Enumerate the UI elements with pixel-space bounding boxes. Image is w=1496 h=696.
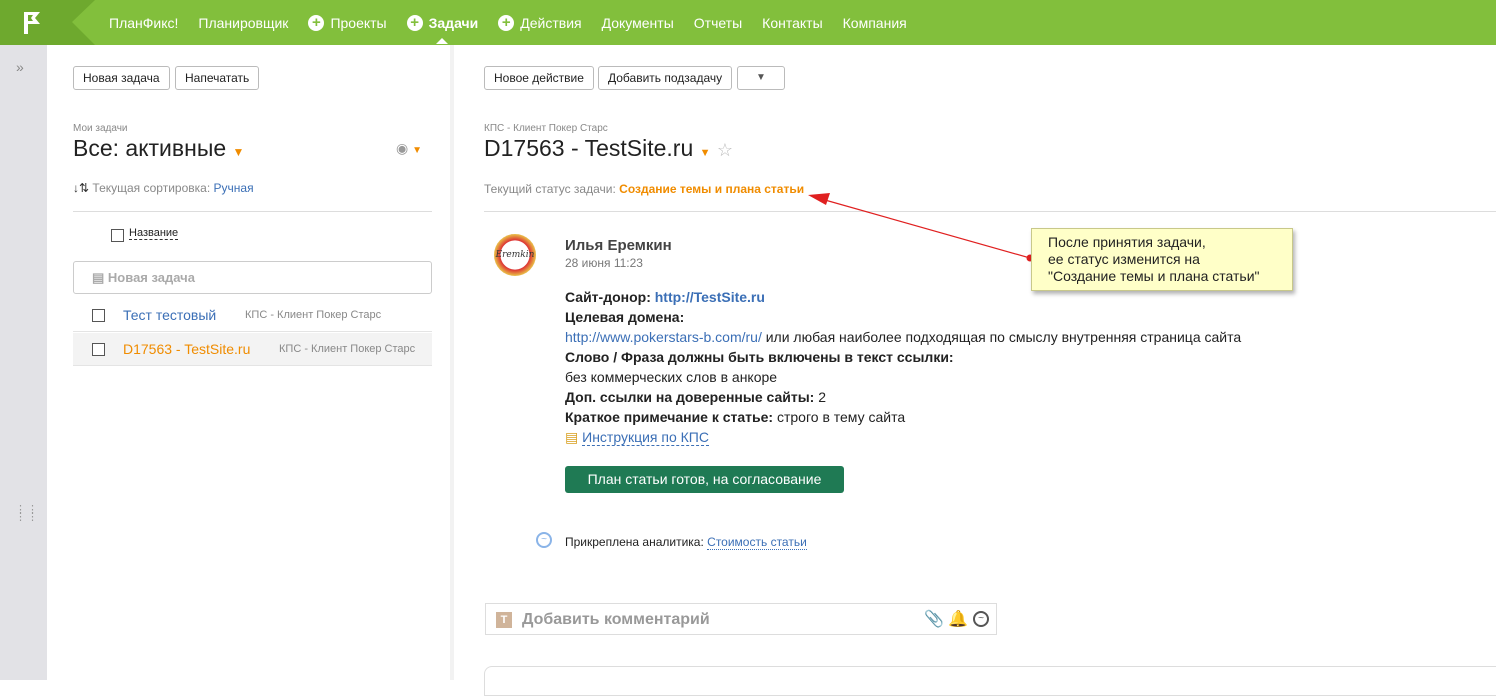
annotation-callout: После принятия задачи, ее статус изменит… [1031,228,1293,291]
callout-line: ее статус изменится на [1048,251,1200,267]
annotation-arrow [808,193,1034,262]
callout-line: "Создание темы и плана статьи" [1048,268,1260,284]
callout-line: После принятия задачи, [1048,234,1206,250]
